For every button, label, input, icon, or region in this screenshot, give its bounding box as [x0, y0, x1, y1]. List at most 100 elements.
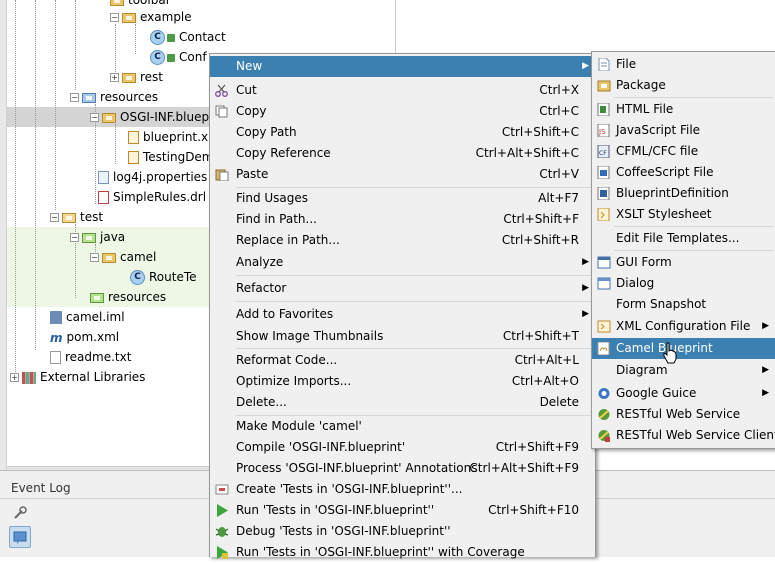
menu-item-paste[interactable]: Paste Ctrl+V — [210, 164, 595, 185]
event-log-tool-button[interactable] — [9, 526, 31, 548]
module-file-icon — [50, 311, 62, 324]
submenu-item-gui-form[interactable]: GUI Form — [592, 252, 775, 273]
tree-item-conf[interactable]: C Conf — [150, 47, 207, 67]
menu-separator — [236, 301, 593, 302]
context-menu[interactable]: New ▶ Cut Ctrl+X Copy Ctrl+C Copy Path Ctrl+… — [209, 53, 596, 559]
tree-item-simplerules[interactable]: SimpleRules.drl — [98, 187, 206, 207]
tree-item-label: test — [80, 210, 104, 224]
tree-item-java[interactable]: − java — [70, 227, 125, 247]
submenu-item-restful-web-service[interactable]: RESTful Web Service — [592, 404, 775, 425]
tree-item-camel-iml[interactable]: camel.iml — [50, 307, 125, 327]
menu-item-delete[interactable]: Delete... Delete — [210, 392, 595, 413]
tree-item-log4j[interactable]: log4j.properties — [98, 167, 207, 187]
paste-icon — [215, 169, 229, 181]
menu-item-add-to-favorites[interactable]: Add to Favorites ▶ — [210, 304, 595, 325]
expand-toggle-icon[interactable]: + — [110, 73, 119, 82]
camel-blueprint-icon — [597, 342, 610, 355]
tree-item-osgi-inf[interactable]: − OSGI-INF.bluep — [90, 107, 209, 127]
menu-item-reformat-code[interactable]: Reformat Code... Ctrl+Alt+L — [210, 350, 595, 371]
menu-item-label: Show Image Thumbnails — [236, 329, 384, 343]
tree-item-pom[interactable]: m pom.xml — [50, 327, 119, 347]
submenu-item-coffeescript-file[interactable]: CoffeeScript File — [592, 162, 775, 183]
menu-shortcut: Ctrl+Shift+R — [501, 233, 579, 247]
debug-bug-icon — [215, 527, 229, 537]
expand-toggle-icon[interactable]: + — [10, 373, 19, 382]
tree-item-contact[interactable]: C Contact — [150, 27, 226, 47]
menu-item-compile[interactable]: Compile 'OSGI-INF.blueprint' Ctrl+Shift+F… — [210, 437, 595, 458]
menu-item-show-image-thumbnails[interactable]: Show Image Thumbnails Ctrl+Shift+T — [210, 326, 595, 347]
menu-item-label: Optimize Imports... — [236, 374, 352, 388]
submenu-item-file[interactable]: File — [592, 54, 775, 75]
menu-shortcut: Ctrl+Alt+Shift+F9 — [469, 461, 579, 475]
tree-item-external-libraries[interactable]: + External Libraries — [10, 367, 145, 387]
menu-item-copy-path[interactable]: Copy Path Ctrl+Shift+C — [210, 122, 595, 143]
menu-item-run-with-coverage[interactable]: Run 'Tests in 'OSGI-INF.blueprint'' with… — [210, 542, 595, 563]
menu-item-find-usages[interactable]: Find Usages Alt+F7 — [210, 188, 595, 209]
tree-item-readme[interactable]: readme.txt — [50, 347, 131, 367]
collapse-toggle-icon[interactable]: − — [70, 233, 79, 242]
menu-item-make-module[interactable]: Make Module 'camel' — [210, 416, 595, 437]
menu-item-debug-tests[interactable]: Debug 'Tests in 'OSGI-INF.blueprint'' — [210, 521, 595, 542]
menu-item-copy-reference[interactable]: Copy Reference Ctrl+Alt+Shift+C — [210, 143, 595, 164]
tree-line — [75, 0, 76, 90]
collapse-toggle-icon[interactable]: − — [90, 113, 99, 122]
submenu-item-package[interactable]: Package — [592, 75, 775, 96]
menu-shortcut: Ctrl+Alt+O — [511, 374, 579, 388]
xml-file-icon — [128, 131, 139, 144]
menu-item-new[interactable]: New ▶ — [210, 56, 595, 77]
settings-tool-button[interactable] — [9, 502, 31, 524]
menu-item-cut[interactable]: Cut Ctrl+X — [210, 80, 595, 101]
tree-item-testingdem[interactable]: TestingDem — [128, 147, 214, 167]
menu-item-label: BlueprintDefinition — [616, 186, 729, 200]
menu-item-label: Analyze — [236, 255, 284, 269]
menu-item-optimize-imports[interactable]: Optimize Imports... Ctrl+Alt+O — [210, 371, 595, 392]
package-icon — [122, 72, 136, 83]
submenu-item-edit-file-templates[interactable]: Edit File Templates... — [592, 228, 775, 249]
libraries-icon — [22, 371, 36, 384]
tree-item-label: camel.iml — [66, 310, 125, 324]
submenu-item-blueprint-definition[interactable]: BlueprintDefinition — [592, 183, 775, 204]
menu-shortcut: Ctrl+Alt+Shift+C — [475, 146, 579, 160]
menu-item-process-annotations[interactable]: Process 'OSGI-INF.blueprint' Annotations… — [210, 458, 595, 479]
tree-item-label: toolbar — [128, 0, 171, 7]
package-icon — [122, 12, 136, 23]
collapse-toggle-icon[interactable]: − — [90, 253, 99, 262]
submenu-item-diagram[interactable]: Diagram ▶ — [592, 360, 775, 381]
submenu-item-html-file[interactable]: HTML File — [592, 99, 775, 120]
collapse-toggle-icon[interactable]: − — [50, 213, 59, 222]
collapse-toggle-icon[interactable]: − — [110, 13, 119, 22]
menu-item-label: Find Usages — [236, 191, 309, 205]
menu-item-analyze[interactable]: Analyze ▶ — [210, 252, 595, 273]
menu-item-refactor[interactable]: Refactor ▶ — [210, 278, 595, 299]
submenu-item-dialog[interactable]: Dialog — [592, 273, 775, 294]
tree-item-example[interactable]: − example — [110, 7, 192, 27]
submenu-item-form-snapshot[interactable]: Form Snapshot — [592, 294, 775, 315]
submenu-item-cfml-file[interactable]: CF CFML/CFC file — [592, 141, 775, 162]
tree-item-camel-package[interactable]: − camel — [90, 247, 156, 267]
menu-item-label: Copy Reference — [236, 146, 331, 160]
tree-item-resources[interactable]: − resources — [70, 87, 158, 107]
menu-item-find-in-path[interactable]: Find in Path... Ctrl+Shift+F — [210, 209, 595, 230]
menu-item-create-tests[interactable]: Create 'Tests in 'OSGI-INF.blueprint''..… — [210, 479, 595, 500]
svg-text:CF: CF — [599, 150, 607, 157]
submenu-item-xslt-stylesheet[interactable]: XSLT Stylesheet — [592, 204, 775, 225]
menu-item-label: Add to Favorites — [236, 307, 334, 321]
new-submenu[interactable]: File Package HTML File JS JavaScript Fil… — [591, 51, 775, 449]
submenu-item-restful-web-service-client[interactable]: RESTful Web Service Client — [592, 425, 775, 446]
tree-item-test[interactable]: − test — [50, 207, 103, 227]
menu-item-replace-in-path[interactable]: Replace in Path... Ctrl+Shift+R — [210, 230, 595, 251]
collapse-toggle-icon[interactable]: − — [70, 93, 79, 102]
menu-item-label: Edit File Templates... — [616, 231, 740, 245]
tree-item-routetest[interactable]: C RouteTe — [130, 267, 197, 287]
cfml-file-icon: CF — [597, 145, 610, 158]
tree-item-blueprint-xml[interactable]: blueprint.xm — [128, 127, 220, 147]
tree-item-rest[interactable]: + rest — [110, 67, 163, 87]
test-resources-folder-icon — [90, 292, 104, 303]
submenu-item-google-guice[interactable]: Google Guice ▶ — [592, 383, 775, 404]
menu-item-copy[interactable]: Copy Ctrl+C — [210, 101, 595, 122]
tree-item-test-resources[interactable]: resources — [90, 287, 166, 307]
submenu-item-camel-blueprint[interactable]: Camel Blueprint — [592, 338, 775, 359]
submenu-item-javascript-file[interactable]: JS JavaScript File — [592, 120, 775, 141]
submenu-item-xml-configuration-file[interactable]: XML Configuration File ▶ — [592, 316, 775, 337]
menu-item-run-tests[interactable]: Run 'Tests in 'OSGI-INF.blueprint'' Ctrl+… — [210, 500, 595, 521]
